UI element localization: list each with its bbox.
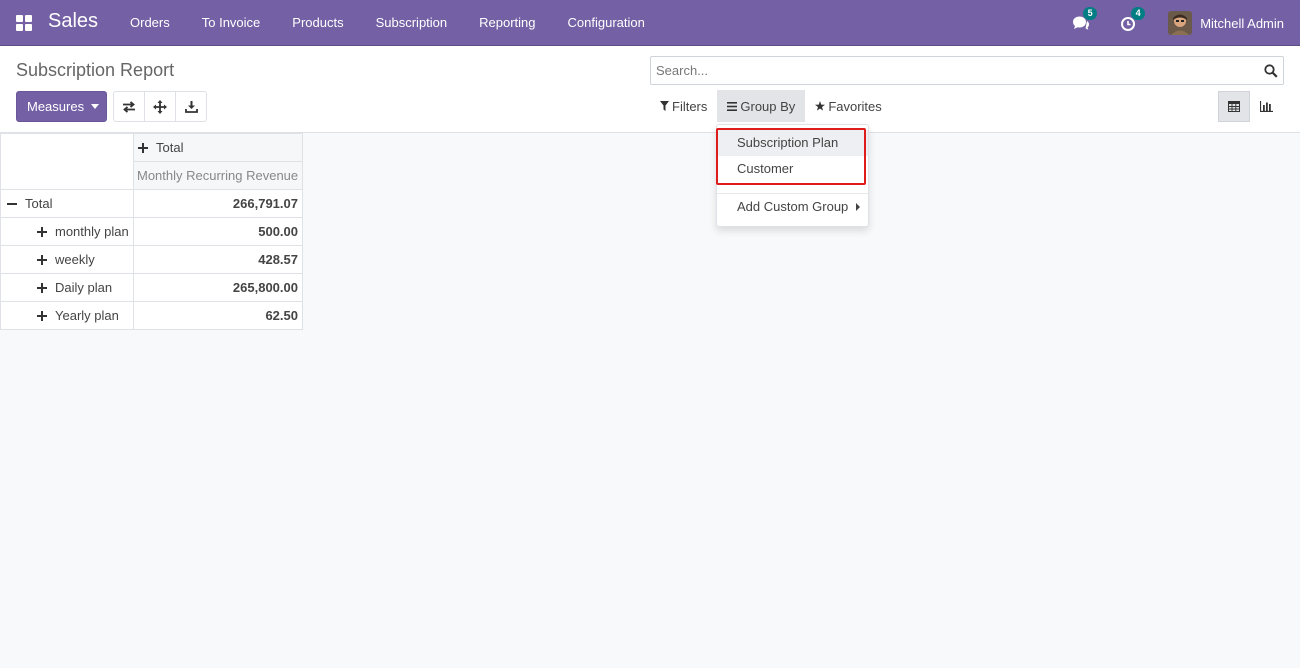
app-brand[interactable]: Sales xyxy=(48,10,98,33)
menu-reporting[interactable]: Reporting xyxy=(479,0,535,46)
favorites-toggle[interactable]: Favorites xyxy=(805,90,891,122)
table-row: weekly 428.57 xyxy=(0,245,303,274)
group-by-toggle[interactable]: Group By xyxy=(717,90,806,122)
graph-view-button[interactable] xyxy=(1250,91,1282,122)
minus-icon xyxy=(7,199,17,209)
filters-toggle[interactable]: Filters xyxy=(650,90,717,122)
plus-icon xyxy=(37,227,47,237)
add-custom-group[interactable]: Add Custom Group xyxy=(717,194,868,220)
row-label: monthly plan xyxy=(55,224,129,239)
cell-value[interactable]: 265,800.00 xyxy=(133,273,303,302)
measures-button[interactable]: Measures xyxy=(16,91,107,122)
search-icon[interactable] xyxy=(1264,64,1278,78)
cell-value[interactable]: 62.50 xyxy=(133,301,303,330)
menu-configuration[interactable]: Configuration xyxy=(568,0,645,46)
bar-chart-icon xyxy=(1259,101,1273,112)
view-switcher xyxy=(1218,91,1282,122)
plus-icon xyxy=(37,283,47,293)
main-menu: Orders To Invoice Products Subscription … xyxy=(130,0,677,46)
column-header-label: Total xyxy=(156,140,184,155)
menu-orders[interactable]: Orders xyxy=(130,0,170,46)
menu-to-invoice[interactable]: To Invoice xyxy=(202,0,261,46)
add-custom-group-label: Add Custom Group xyxy=(737,199,849,214)
activities-badge: 4 xyxy=(1131,7,1146,20)
filter-icon xyxy=(660,101,669,111)
caret-right-icon xyxy=(856,203,860,211)
cell-value[interactable]: 428.57 xyxy=(133,245,303,274)
user-avatar[interactable] xyxy=(1168,11,1193,35)
row-label: Total xyxy=(25,196,53,211)
user-name[interactable]: Mitchell Admin xyxy=(1200,16,1284,31)
column-header-total[interactable]: Total xyxy=(133,133,303,162)
expand-all-button[interactable] xyxy=(144,91,176,122)
table-icon xyxy=(1228,101,1240,112)
measure-header[interactable]: Monthly Recurring Revenue xyxy=(133,161,303,190)
search-input[interactable] xyxy=(656,60,1246,81)
menu-subscription[interactable]: Subscription xyxy=(376,0,448,46)
control-panel: Subscription Report Measures Search... F… xyxy=(0,46,1300,133)
bars-icon xyxy=(727,101,738,111)
pivot-actions xyxy=(113,91,207,122)
row-label: Yearly plan xyxy=(55,308,119,323)
group-by-customer[interactable]: Customer xyxy=(717,156,868,182)
plus-icon xyxy=(138,143,148,153)
cell-value[interactable]: 500.00 xyxy=(133,217,303,246)
table-row: monthly plan 500.00 xyxy=(0,217,303,246)
table-row: Daily plan 265,800.00 xyxy=(0,273,303,302)
caret-down-icon xyxy=(91,104,100,109)
filters-label: Filters xyxy=(672,98,708,114)
row-header[interactable]: weekly xyxy=(0,245,134,274)
row-label: Daily plan xyxy=(55,280,113,295)
pivot-corner xyxy=(0,133,134,190)
group-by-label: Group By xyxy=(740,98,796,114)
page-title: Subscription Report xyxy=(16,60,175,80)
pivot-view-button[interactable] xyxy=(1218,91,1250,122)
cell-value[interactable]: 266,791.07 xyxy=(133,189,303,218)
menu-products[interactable]: Products xyxy=(292,0,343,46)
arrows-move-icon xyxy=(153,99,167,114)
apps-menu-icon[interactable] xyxy=(16,15,32,31)
row-label: weekly xyxy=(55,252,95,267)
top-navbar: Sales Orders To Invoice Products Subscri… xyxy=(0,0,1300,46)
row-header-total[interactable]: Total xyxy=(0,189,134,218)
group-by-subscription-plan[interactable]: Subscription Plan xyxy=(717,130,868,156)
messages-icon[interactable]: 5 xyxy=(1072,7,1098,32)
exchange-icon xyxy=(123,100,135,113)
measures-label: Measures xyxy=(27,99,85,114)
messages-badge: 5 xyxy=(1083,7,1098,20)
search-options: Filters Group By Favorites xyxy=(650,90,892,122)
plus-icon xyxy=(37,311,47,321)
row-header[interactable]: monthly plan xyxy=(0,217,134,246)
pivot-table: Total Monthly Recurring Revenue Total 26… xyxy=(0,133,303,330)
plus-icon xyxy=(37,255,47,265)
table-row: Yearly plan 62.50 xyxy=(0,301,303,330)
download-icon xyxy=(184,101,198,113)
search-bar xyxy=(650,56,1284,85)
systray: 5 4 Mitchell Admin xyxy=(1072,0,1284,46)
row-header[interactable]: Yearly plan xyxy=(0,301,134,330)
favorites-label: Favorites xyxy=(828,98,882,114)
activity-clock-icon[interactable]: 4 xyxy=(1120,7,1146,32)
flip-axis-button[interactable] xyxy=(113,91,145,122)
download-button[interactable] xyxy=(175,91,207,122)
table-row: Total 266,791.07 xyxy=(0,189,303,218)
group-by-dropdown: Subscription Plan Customer Add Custom Gr… xyxy=(716,124,869,227)
star-icon xyxy=(815,101,826,111)
row-header[interactable]: Daily plan xyxy=(0,273,134,302)
